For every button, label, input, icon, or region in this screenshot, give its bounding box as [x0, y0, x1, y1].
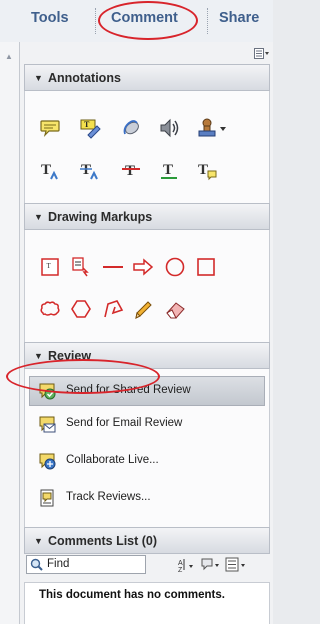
insert-text-icon[interactable]: T	[39, 159, 61, 181]
connected-lines-icon[interactable]	[102, 298, 124, 320]
svg-text:T: T	[163, 162, 173, 178]
pencil-icon[interactable]	[132, 298, 154, 320]
task-pane-tabs: Tools Comment Share	[0, 0, 273, 42]
comment-pane: ▼ Annotations T T T T T T ▼ Drawing Mark…	[6, 42, 273, 624]
comments-empty-panel: This document has no comments.	[24, 582, 270, 624]
email-review-icon	[37, 414, 57, 434]
collapse-triangle-icon: ▼	[34, 73, 43, 83]
stamp-icon[interactable]	[196, 117, 218, 139]
review-item-collaborate[interactable]: Collaborate Live...	[29, 446, 265, 476]
svg-text:Z: Z	[178, 567, 183, 573]
options-icon[interactable]	[225, 557, 247, 573]
drawing-markups-title: Drawing Markups	[48, 210, 153, 224]
svg-text:T: T	[84, 120, 90, 129]
tab-tools[interactable]: Tools	[31, 10, 69, 26]
collapse-triangle-icon: ▼	[34, 351, 43, 361]
filter-icon[interactable]	[201, 557, 221, 573]
highlight-text-icon[interactable]: T	[79, 117, 101, 139]
svg-text:T: T	[125, 163, 135, 179]
replace-text-icon[interactable]: T	[79, 159, 101, 181]
sort-icon[interactable]: AZ	[177, 557, 195, 573]
collaborate-icon	[37, 451, 57, 471]
comments-list-title: Comments List (0)	[48, 534, 158, 548]
scroll-up-icon[interactable]: ▲	[5, 52, 13, 61]
highlight-ring	[98, 1, 198, 40]
sticky-note-icon[interactable]	[39, 117, 61, 139]
tab-separator	[95, 8, 96, 34]
drawing-markups-panel: T	[24, 230, 270, 342]
callout-icon[interactable]	[70, 256, 92, 278]
cloud-icon[interactable]	[39, 298, 61, 320]
comments-toolbar: Find AZ	[24, 553, 270, 577]
text-box-icon[interactable]: T	[39, 256, 61, 278]
pane-options-icon[interactable]	[254, 48, 269, 59]
pane-options-bar	[20, 42, 273, 66]
collapse-triangle-icon: ▼	[34, 536, 43, 546]
review-item-label: Track Reviews...	[66, 491, 151, 503]
strikethrough-icon[interactable]: T	[120, 159, 142, 181]
svg-text:T: T	[198, 162, 208, 178]
comments-list-header[interactable]: ▼ Comments List (0)	[24, 527, 270, 554]
drawing-markups-header[interactable]: ▼ Drawing Markups	[24, 203, 270, 230]
annotations-panel: T T T T T T	[24, 91, 270, 203]
annotations-title: Annotations	[48, 71, 121, 85]
text-correction-icon[interactable]: T	[196, 159, 218, 181]
svg-text:T: T	[41, 162, 51, 178]
rectangle-icon[interactable]	[195, 256, 217, 278]
underline-icon[interactable]: T	[158, 159, 180, 181]
highlight-ring	[6, 359, 160, 394]
line-icon[interactable]	[102, 256, 124, 278]
tab-share[interactable]: Share	[219, 10, 259, 26]
track-reviews-icon	[37, 488, 57, 508]
stamp-dropdown-icon[interactable]	[218, 117, 228, 139]
tab-separator	[207, 8, 208, 34]
svg-text:A: A	[178, 560, 183, 567]
polygon-icon[interactable]	[70, 298, 92, 320]
scroll-gutter[interactable]: ▲	[0, 42, 20, 624]
search-icon	[30, 558, 43, 571]
svg-text:T: T	[47, 262, 52, 270]
record-audio-icon[interactable]	[158, 117, 180, 139]
arrow-icon[interactable]	[132, 256, 154, 278]
review-item-track[interactable]: Track Reviews...	[29, 483, 265, 513]
annotations-header[interactable]: ▼ Annotations	[24, 64, 270, 91]
collapse-triangle-icon: ▼	[34, 212, 43, 222]
eraser-icon[interactable]	[164, 298, 186, 320]
review-item-email[interactable]: Send for Email Review	[29, 409, 265, 439]
attach-file-icon[interactable]	[120, 117, 142, 139]
svg-text:T: T	[81, 162, 91, 178]
empty-message: This document has no comments.	[39, 589, 225, 601]
review-item-label: Send for Email Review	[66, 417, 183, 429]
review-item-label: Collaborate Live...	[66, 454, 159, 466]
find-input[interactable]: Find	[26, 555, 146, 574]
find-placeholder: Find	[47, 558, 70, 570]
oval-icon[interactable]	[164, 256, 186, 278]
